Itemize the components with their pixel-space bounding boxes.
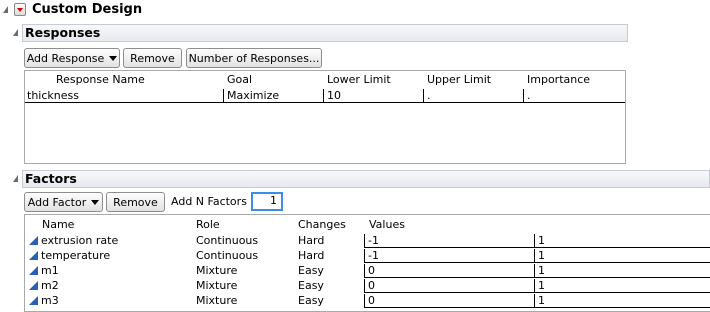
factor-high-value-cell[interactable]: 1 — [534, 249, 710, 263]
factors-disclosure-icon[interactable] — [13, 175, 18, 182]
factor-role-cell: Mixture — [196, 279, 238, 292]
factor-changes-cell[interactable]: Hard — [298, 234, 324, 247]
responses-header-bar — [22, 24, 628, 42]
response-upper-cell[interactable]: . — [423, 89, 523, 103]
factor-name-cell[interactable]: m3 — [41, 294, 59, 307]
factor-role-cell: Mixture — [196, 294, 238, 307]
factor-role-cell: Continuous — [196, 234, 259, 247]
mixture-factor-icon — [29, 296, 38, 305]
factor-changes-cell[interactable]: Hard — [298, 249, 324, 262]
factor-low-value-cell[interactable]: -1 — [364, 249, 534, 263]
add-n-factors-input[interactable]: 1 — [251, 192, 283, 211]
continuous-factor-icon — [29, 236, 38, 245]
factor-changes-cell[interactable]: Easy — [298, 279, 324, 292]
response-goal-cell[interactable]: Maximize — [223, 89, 323, 103]
col-name: Name — [42, 218, 75, 231]
factor-low-value-cell[interactable]: 0 — [364, 264, 534, 278]
factor-high-value-cell[interactable]: 1 — [534, 294, 710, 308]
responses-disclosure-icon[interactable] — [13, 29, 18, 36]
mixture-factor-icon — [29, 266, 38, 275]
add-factor-button[interactable]: Add Factor — [24, 192, 103, 212]
col-changes: Changes — [298, 218, 346, 231]
factor-high-value-cell[interactable]: 1 — [534, 264, 710, 278]
col-values: Values — [369, 218, 405, 231]
remove-response-button[interactable]: Remove — [123, 48, 182, 68]
factor-name-cell[interactable]: m1 — [41, 264, 59, 277]
factor-changes-cell[interactable]: Easy — [298, 264, 324, 277]
factor-low-value-cell[interactable]: -1 — [364, 234, 534, 248]
add-response-button[interactable]: Add Response — [24, 48, 120, 68]
factor-name-cell[interactable]: temperature — [41, 249, 110, 262]
factor-name-cell[interactable]: extrusion rate — [41, 234, 118, 247]
factor-changes-cell[interactable]: Easy — [298, 294, 324, 307]
col-role: Role — [196, 218, 220, 231]
col-importance: Importance — [527, 73, 591, 86]
factor-role-cell: Continuous — [196, 249, 259, 262]
custom-design-title: Custom Design — [32, 2, 143, 17]
remove-factor-button[interactable]: Remove — [106, 192, 165, 212]
response-name-cell[interactable]: thickness — [27, 89, 79, 102]
factor-high-value-cell[interactable]: 1 — [534, 234, 710, 248]
add-n-factors-label: Add N Factors — [171, 195, 247, 208]
factor-role-cell: Mixture — [196, 264, 238, 277]
response-importance-cell[interactable]: . — [523, 89, 625, 103]
factor-high-value-cell[interactable]: 1 — [534, 279, 710, 293]
chevron-down-icon — [91, 199, 100, 205]
add-factor-label: Add Factor — [27, 195, 87, 209]
mixture-factor-icon — [29, 281, 38, 290]
number-of-responses-button[interactable]: Number of Responses... — [186, 48, 322, 68]
factor-name-cell[interactable]: m2 — [41, 279, 59, 292]
col-response-name: Response Name — [56, 73, 145, 86]
factors-title: Factors — [25, 171, 77, 186]
responses-title: Responses — [25, 25, 101, 40]
factors-header-bar — [22, 170, 710, 188]
disclosure-icon[interactable] — [3, 6, 8, 13]
factor-low-value-cell[interactable]: 0 — [364, 279, 534, 293]
factor-low-value-cell[interactable]: 0 — [364, 294, 534, 308]
continuous-factor-icon — [29, 251, 38, 260]
red-triangle-menu-icon[interactable] — [14, 3, 26, 16]
add-response-label: Add Response — [26, 51, 105, 65]
chevron-down-icon — [109, 55, 118, 61]
col-goal: Goal — [227, 73, 253, 86]
response-lower-cell[interactable]: 10 — [323, 89, 423, 103]
col-lower-limit: Lower Limit — [327, 73, 391, 86]
col-upper-limit: Upper Limit — [427, 73, 492, 86]
